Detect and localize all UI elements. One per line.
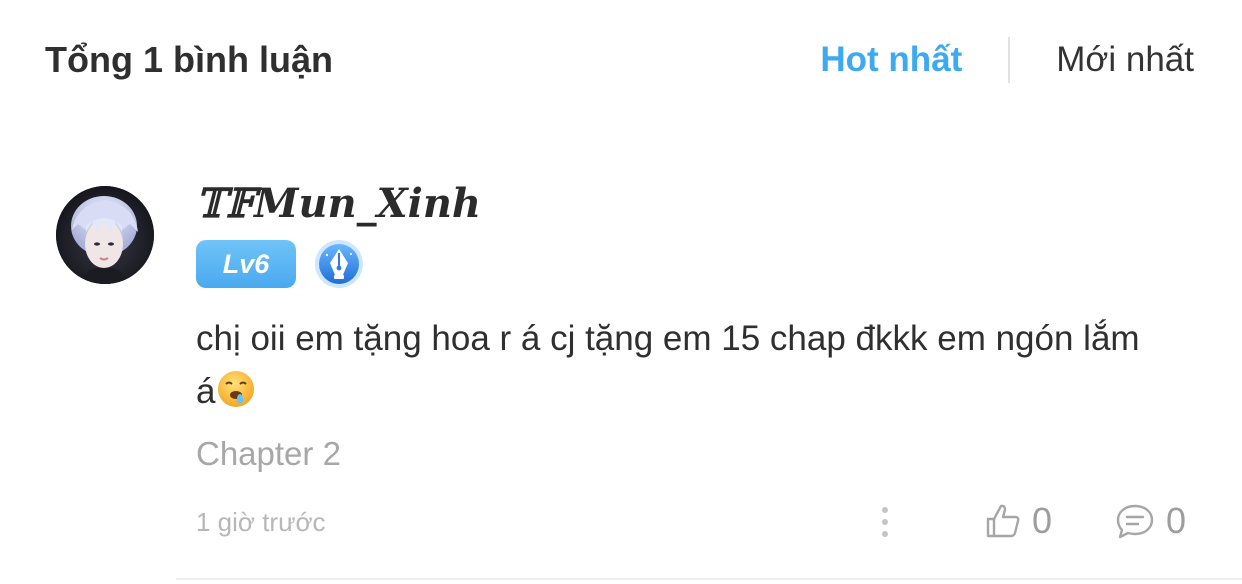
reply-button[interactable]: 0 (1114, 498, 1186, 544)
comment-text: chị oii em tặng hoa r á cj tặng em 15 ch… (196, 312, 1156, 418)
comments-header: Tổng 1 bình luận Hot nhất Mới nhất (0, 0, 1242, 120)
timestamp: 1 giờ trước (196, 507, 326, 537)
pen-nib-icon (314, 239, 364, 289)
like-button[interactable]: 0 (984, 498, 1052, 544)
avatar[interactable] (56, 186, 154, 284)
comment-body: chị oii em tặng hoa r á cj tặng em 15 ch… (196, 319, 1140, 411)
like-count: 0 (1032, 500, 1053, 541)
level-badge: Lv6 (196, 240, 296, 288)
comment-divider (176, 578, 1242, 580)
username[interactable]: 𝕋𝔽𝑴𝒖𝒏_𝑿𝒊𝒏𝒉 (196, 180, 481, 228)
chapter-link[interactable]: Chapter 2 (196, 432, 341, 476)
reply-count: 0 (1166, 500, 1187, 541)
drooling-face-icon (216, 369, 256, 409)
more-vertical-icon[interactable] (870, 500, 900, 544)
tab-newest[interactable]: Mới nhất (1056, 38, 1194, 82)
chat-bubble-icon (1116, 504, 1154, 539)
sort-divider (1008, 37, 1011, 83)
comment-item: 𝕋𝔽𝑴𝒖𝒏_𝑿𝒊𝒏𝒉 Lv6 chị oii em tặng hoa r á c… (0, 170, 1242, 584)
user-badges: Lv6 (196, 240, 364, 288)
tab-hottest[interactable]: Hot nhất (820, 38, 962, 82)
thumbs-up-icon (986, 504, 1020, 538)
comments-total-title: Tổng 1 bình luận (45, 39, 333, 80)
sort-tabs: Hot nhất Mới nhất (820, 36, 1194, 84)
